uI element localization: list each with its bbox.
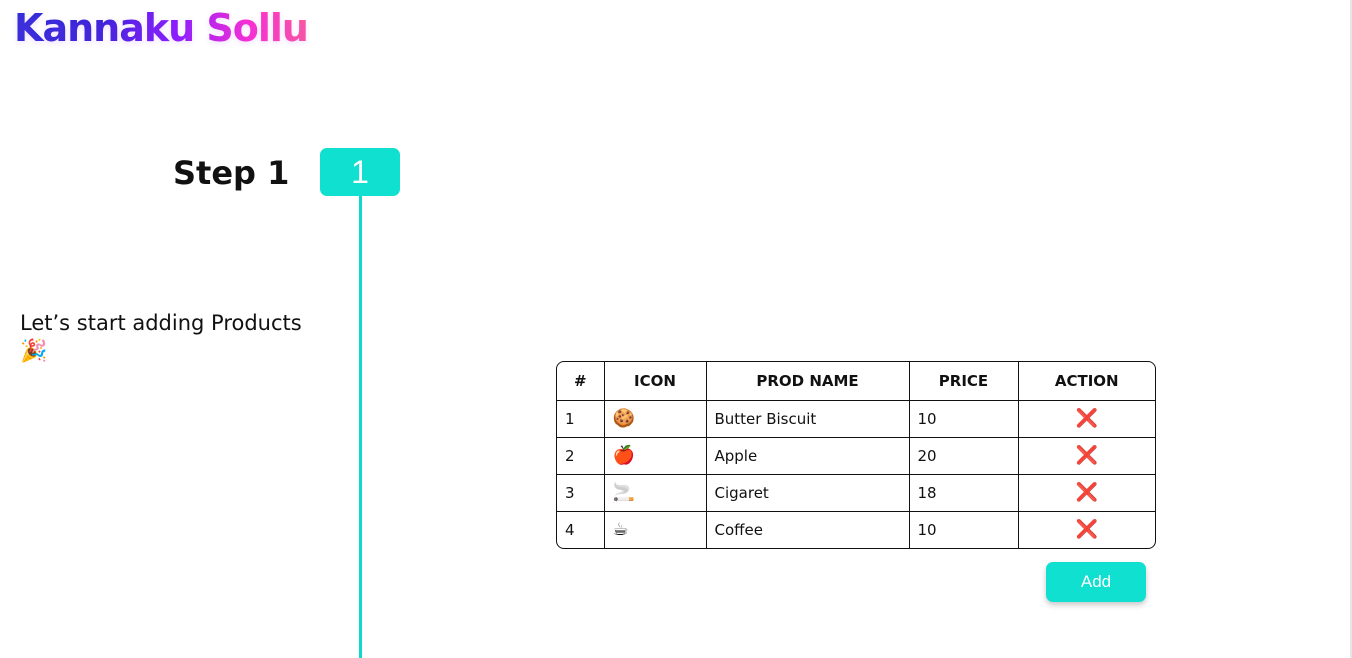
product-price: 10 <box>909 511 1019 548</box>
column-header-number: # <box>557 362 605 401</box>
table-row: 4 ☕ Coffee 10 ❌ <box>557 511 1155 548</box>
delete-icon[interactable]: ❌ <box>1018 511 1155 548</box>
coffee-icon: ☕ <box>604 511 707 548</box>
party-popper-icon: 🎉 <box>20 339 48 364</box>
step-progress-line <box>359 196 362 658</box>
row-number: 1 <box>557 400 605 438</box>
row-number: 4 <box>557 511 605 548</box>
brand-logo: Kannaku Sollu <box>14 6 309 50</box>
cigarette-icon: 🚬 <box>604 474 707 512</box>
delete-icon[interactable]: ❌ <box>1018 437 1155 475</box>
product-name: Butter Biscuit <box>706 400 910 438</box>
delete-icon[interactable]: ❌ <box>1018 474 1155 512</box>
column-header-product-name: PROD NAME <box>706 362 910 401</box>
products-table: # ICON PROD NAME PRICE ACTION 1 🍪 Butter… <box>556 361 1156 549</box>
column-header-price: PRICE <box>909 362 1019 401</box>
row-number: 2 <box>557 437 605 475</box>
apple-icon: 🍎 <box>604 437 707 475</box>
column-header-icon: ICON <box>604 362 707 401</box>
step-title: Step 1 <box>173 154 290 192</box>
column-header-action: ACTION <box>1018 362 1155 401</box>
intro-message: Let’s start adding Products 🎉 <box>20 308 320 366</box>
step-number-badge: 1 <box>320 148 400 196</box>
intro-text: Let’s start adding Products <box>20 311 302 335</box>
table-row: 1 🍪 Butter Biscuit 10 ❌ <box>557 400 1155 438</box>
product-name: Coffee <box>706 511 910 548</box>
product-price: 18 <box>909 474 1019 512</box>
cookie-icon: 🍪 <box>604 400 707 438</box>
product-price: 10 <box>909 400 1019 438</box>
table-row: 2 🍎 Apple 20 ❌ <box>557 437 1155 475</box>
product-name: Cigaret <box>706 474 910 512</box>
add-product-button[interactable]: Add <box>1046 562 1146 602</box>
product-name: Apple <box>706 437 910 475</box>
product-price: 20 <box>909 437 1019 475</box>
row-number: 3 <box>557 474 605 512</box>
delete-icon[interactable]: ❌ <box>1018 400 1155 438</box>
table-row: 3 🚬 Cigaret 18 ❌ <box>557 474 1155 512</box>
table-header-row: # ICON PROD NAME PRICE ACTION <box>557 362 1155 401</box>
